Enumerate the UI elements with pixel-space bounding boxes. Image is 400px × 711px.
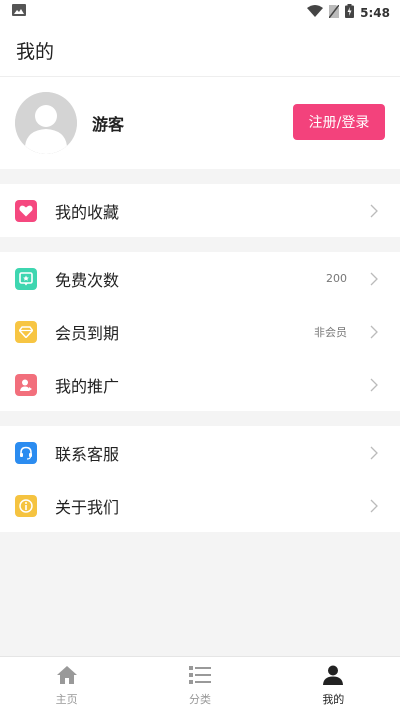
chevron-right-icon xyxy=(370,377,378,396)
page-title: 我的 xyxy=(16,40,55,63)
chevron-right-icon xyxy=(370,498,378,517)
menu-item-favorites[interactable]: 我的收藏 xyxy=(0,184,400,237)
section-divider xyxy=(0,411,400,426)
free-count-value: 200 xyxy=(326,272,347,285)
menu-item-membership[interactable]: 会员到期 非会员 xyxy=(0,305,400,358)
menu-item-label: 关于我们 xyxy=(55,497,120,517)
default-avatar-icon xyxy=(15,92,77,154)
section-divider xyxy=(0,237,400,252)
avatar[interactable] xyxy=(15,92,77,154)
tab-label: 分类 xyxy=(188,693,211,706)
menu-item-free-count[interactable]: 免费次数 200 xyxy=(0,252,400,305)
menu-item-label: 联系客服 xyxy=(55,444,120,464)
list-icon xyxy=(188,665,211,689)
wifi-icon xyxy=(307,5,324,20)
menu-item-promotion[interactable]: 我的推广 xyxy=(0,358,400,411)
tab-home[interactable]: 主页 xyxy=(0,657,133,711)
clock-time: 5:48 xyxy=(360,5,390,20)
tab-mine[interactable]: 我的 xyxy=(267,657,400,711)
person-icon xyxy=(322,665,344,689)
image-notification-icon xyxy=(12,4,26,19)
diamond-icon xyxy=(15,321,37,343)
headset-icon xyxy=(15,442,37,464)
account-section: 免费次数 200 会员到期 非会员 我的推广 xyxy=(0,252,400,411)
membership-status-value: 非会员 xyxy=(314,325,347,339)
menu-item-about[interactable]: 关于我们 xyxy=(0,479,400,532)
support-section: 联系客服 关于我们 xyxy=(0,426,400,532)
menu-item-label: 会员到期 xyxy=(55,323,120,343)
user-share-icon xyxy=(15,374,37,396)
chevron-right-icon xyxy=(370,324,378,343)
username: 游客 xyxy=(92,115,125,134)
menu-item-support[interactable]: 联系客服 xyxy=(0,426,400,479)
battery-charging-icon xyxy=(345,4,355,21)
section-divider xyxy=(0,169,400,184)
tab-category[interactable]: 分类 xyxy=(133,657,266,711)
tab-label: 主页 xyxy=(55,693,78,706)
chevron-right-icon xyxy=(370,445,378,464)
page-title-bar: 我的 xyxy=(0,24,400,77)
menu-item-label: 免费次数 xyxy=(55,270,120,290)
menu-item-label: 我的收藏 xyxy=(55,202,120,222)
bottom-tab-bar: 主页 分类 我的 xyxy=(0,656,400,711)
status-bar: 5:48 xyxy=(0,0,400,24)
no-sim-icon xyxy=(328,4,340,21)
ticket-icon xyxy=(15,268,37,290)
profile-card: 游客 注册/登录 xyxy=(0,77,400,169)
favorites-section: 我的收藏 xyxy=(0,184,400,237)
tab-label: 我的 xyxy=(322,693,345,706)
chevron-right-icon xyxy=(370,271,378,290)
register-login-button[interactable]: 注册/登录 xyxy=(293,104,385,140)
menu-item-label: 我的推广 xyxy=(55,376,120,396)
heart-icon xyxy=(15,200,37,222)
chevron-right-icon xyxy=(370,203,378,222)
home-icon xyxy=(56,665,78,689)
info-icon xyxy=(15,495,37,517)
